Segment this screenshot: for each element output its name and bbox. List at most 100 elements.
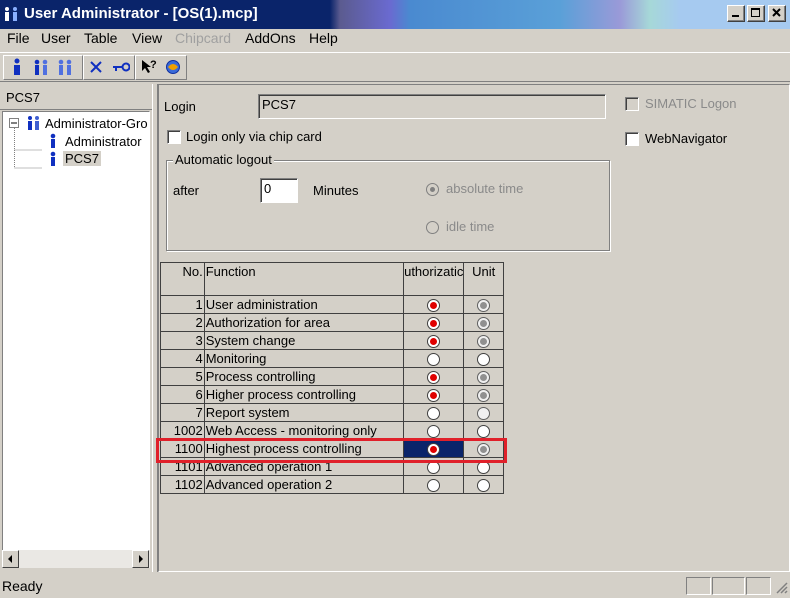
authorization-radio[interactable] [427, 353, 441, 367]
column-header-function[interactable]: Function [203, 262, 405, 296]
table-row[interactable]: 7 Report system [160, 403, 504, 422]
table-row[interactable]: 2 Authorization for area [160, 313, 504, 332]
new-user-button[interactable] [6, 58, 28, 78]
cell-unit[interactable] [463, 349, 504, 368]
cell-unit[interactable] [463, 331, 504, 350]
menu-table[interactable]: Table [84, 30, 117, 46]
unit-radio[interactable] [477, 407, 491, 421]
minimize-button[interactable] [727, 5, 745, 22]
close-button[interactable] [768, 5, 786, 22]
simatic-logon-checkbox[interactable] [625, 97, 639, 111]
authorization-radio[interactable] [427, 479, 441, 493]
authorization-radio[interactable] [427, 371, 441, 385]
cell-authorization[interactable] [403, 313, 465, 332]
cell-authorization[interactable] [403, 331, 465, 350]
context-help-button[interactable]: ? [138, 58, 160, 78]
authorization-radio[interactable] [427, 335, 441, 349]
column-header-no[interactable]: No. [160, 262, 205, 296]
authorization-radio[interactable] [427, 407, 441, 421]
resize-grip-icon[interactable] [774, 580, 788, 597]
cell-number[interactable]: 6 [160, 385, 205, 404]
table-row[interactable]: 1002 Web Access - monitoring only [160, 421, 504, 440]
logout-minutes-field[interactable]: 0 [260, 178, 298, 203]
cell-unit[interactable] [463, 295, 504, 314]
table-row[interactable]: 1 User administration [160, 295, 504, 314]
chip-card-checkbox[interactable] [167, 130, 181, 144]
user-tree[interactable]: Administrator-Gro Administrator PCS7 [2, 111, 150, 554]
cell-number[interactable]: 1102 [160, 475, 205, 494]
tree-node-pcs7[interactable]: PCS7 [63, 151, 101, 166]
tree-horizontal-scrollbar[interactable] [2, 550, 150, 568]
authorization-radio[interactable] [427, 389, 441, 403]
cell-number[interactable]: 1002 [160, 421, 205, 440]
cell-number[interactable]: 2 [160, 313, 205, 332]
cell-authorization[interactable] [403, 295, 465, 314]
unit-radio[interactable] [477, 389, 491, 403]
menu-addons[interactable]: AddOns [245, 30, 296, 46]
password-button[interactable] [110, 58, 132, 78]
tree-node-administrator[interactable]: Administrator [65, 134, 142, 149]
login-field[interactable]: PCS7 [258, 94, 606, 119]
cell-authorization[interactable] [403, 349, 465, 368]
idle-time-radio[interactable] [426, 221, 439, 234]
unit-radio[interactable] [477, 353, 491, 367]
table-row[interactable]: 6 Higher process controlling [160, 385, 504, 404]
title-bar[interactable]: User Administrator - [OS(1).mcp] [0, 0, 790, 29]
delete-button[interactable] [85, 58, 107, 78]
authorization-radio[interactable] [427, 299, 441, 313]
menu-chipcard[interactable]: Chipcard [175, 30, 231, 46]
menu-user[interactable]: User [41, 30, 71, 46]
unit-radio[interactable] [477, 335, 491, 349]
cell-function[interactable]: Process controlling [203, 367, 405, 386]
cell-function[interactable]: User administration [203, 295, 405, 314]
cell-function[interactable]: System change [203, 331, 405, 350]
menu-file[interactable]: File [7, 30, 30, 46]
cell-authorization[interactable] [403, 475, 465, 494]
cell-number[interactable]: 3 [160, 331, 205, 350]
cell-function[interactable]: Authorization for area [203, 313, 405, 332]
cell-number[interactable]: 7 [160, 403, 205, 422]
unit-radio[interactable] [477, 479, 491, 493]
cell-function[interactable]: Web Access - monitoring only [203, 421, 405, 440]
cell-unit[interactable] [463, 403, 504, 422]
menu-view[interactable]: View [132, 30, 162, 46]
unit-radio[interactable] [477, 371, 491, 385]
cell-unit[interactable] [463, 421, 504, 440]
cell-unit[interactable] [463, 313, 504, 332]
cell-function[interactable]: Report system [203, 403, 405, 422]
cell-authorization[interactable] [403, 421, 465, 440]
column-header-authorization[interactable]: uthorizatic [403, 262, 465, 296]
cell-unit[interactable] [463, 385, 504, 404]
cell-function[interactable]: Higher process controlling [203, 385, 405, 404]
scroll-right-button[interactable] [132, 550, 149, 568]
cell-authorization[interactable] [403, 403, 465, 422]
authorization-radio[interactable] [427, 425, 441, 439]
cell-number[interactable]: 5 [160, 367, 205, 386]
tree-node-group[interactable]: Administrator-Gro [45, 116, 148, 131]
cell-function[interactable]: Monitoring [203, 349, 405, 368]
authorization-radio[interactable] [427, 317, 441, 331]
table-row[interactable]: 1102 Advanced operation 2 [160, 475, 504, 494]
table-row[interactable]: 4 Monitoring [160, 349, 504, 368]
table-row[interactable]: 3 System change [160, 331, 504, 350]
cell-authorization[interactable] [403, 385, 465, 404]
web-button[interactable] [162, 58, 184, 78]
multi-user-button[interactable] [54, 58, 76, 78]
maximize-button[interactable] [747, 5, 765, 22]
cell-unit[interactable] [463, 475, 504, 494]
table-row[interactable]: 5 Process controlling [160, 367, 504, 386]
cell-number[interactable]: 4 [160, 349, 205, 368]
new-group-button[interactable] [30, 58, 52, 78]
scroll-left-button[interactable] [2, 550, 19, 568]
cell-unit[interactable] [463, 367, 504, 386]
webnavigator-checkbox[interactable] [625, 132, 639, 146]
unit-radio[interactable] [477, 425, 491, 439]
unit-radio[interactable] [477, 299, 491, 313]
cell-function[interactable]: Advanced operation 2 [203, 475, 405, 494]
cell-number[interactable]: 1 [160, 295, 205, 314]
absolute-time-radio[interactable] [426, 183, 439, 196]
cell-authorization[interactable] [403, 367, 465, 386]
unit-radio[interactable] [477, 317, 491, 331]
column-header-unit[interactable]: Unit [463, 262, 504, 296]
menu-help[interactable]: Help [309, 30, 338, 46]
